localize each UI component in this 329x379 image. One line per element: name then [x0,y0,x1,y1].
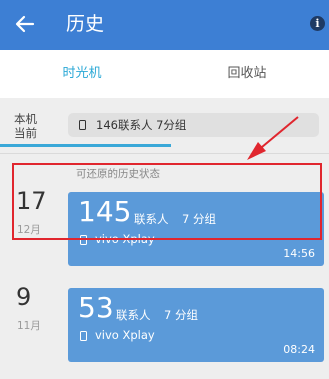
annotation-arrow-icon [247,116,299,160]
